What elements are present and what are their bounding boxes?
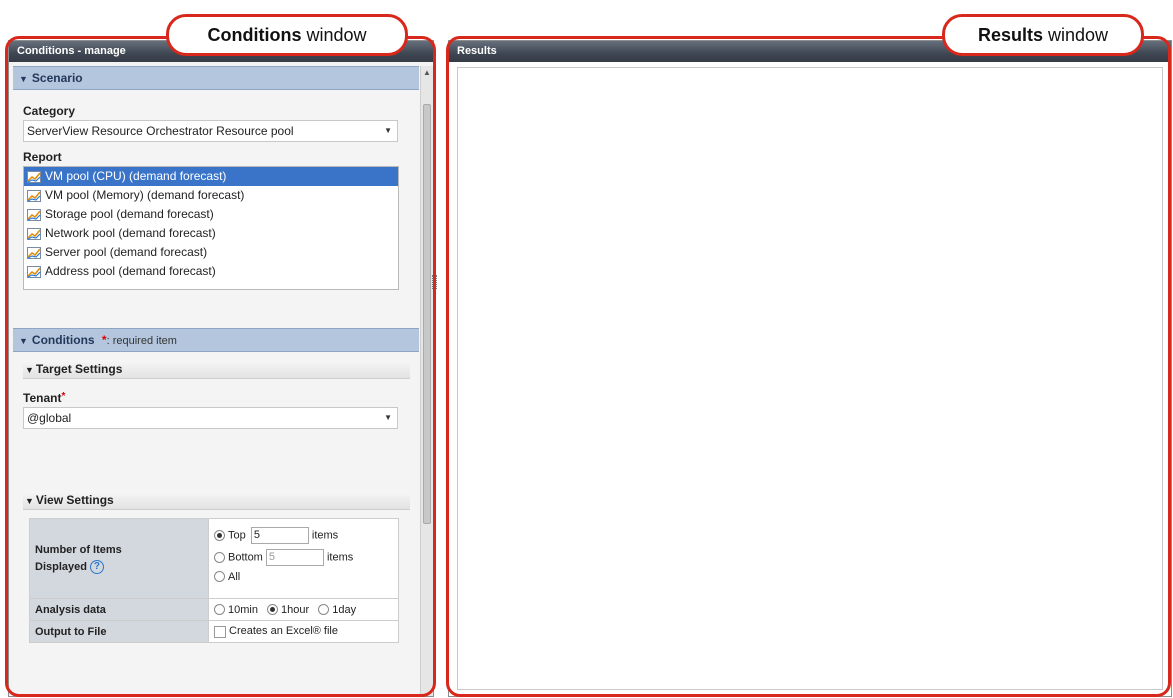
conditions-highlight-frame [5, 36, 436, 697]
results-window-callout: Results window [942, 14, 1144, 56]
conditions-window-callout: Conditions window [166, 14, 408, 56]
callout-results-bold: Results [977, 25, 1043, 45]
callout-results-rest: window [1043, 25, 1109, 45]
callout-conditions-bold: Conditions [207, 25, 302, 45]
results-highlight-frame [446, 36, 1171, 697]
callout-conditions-rest: window [301, 25, 367, 45]
